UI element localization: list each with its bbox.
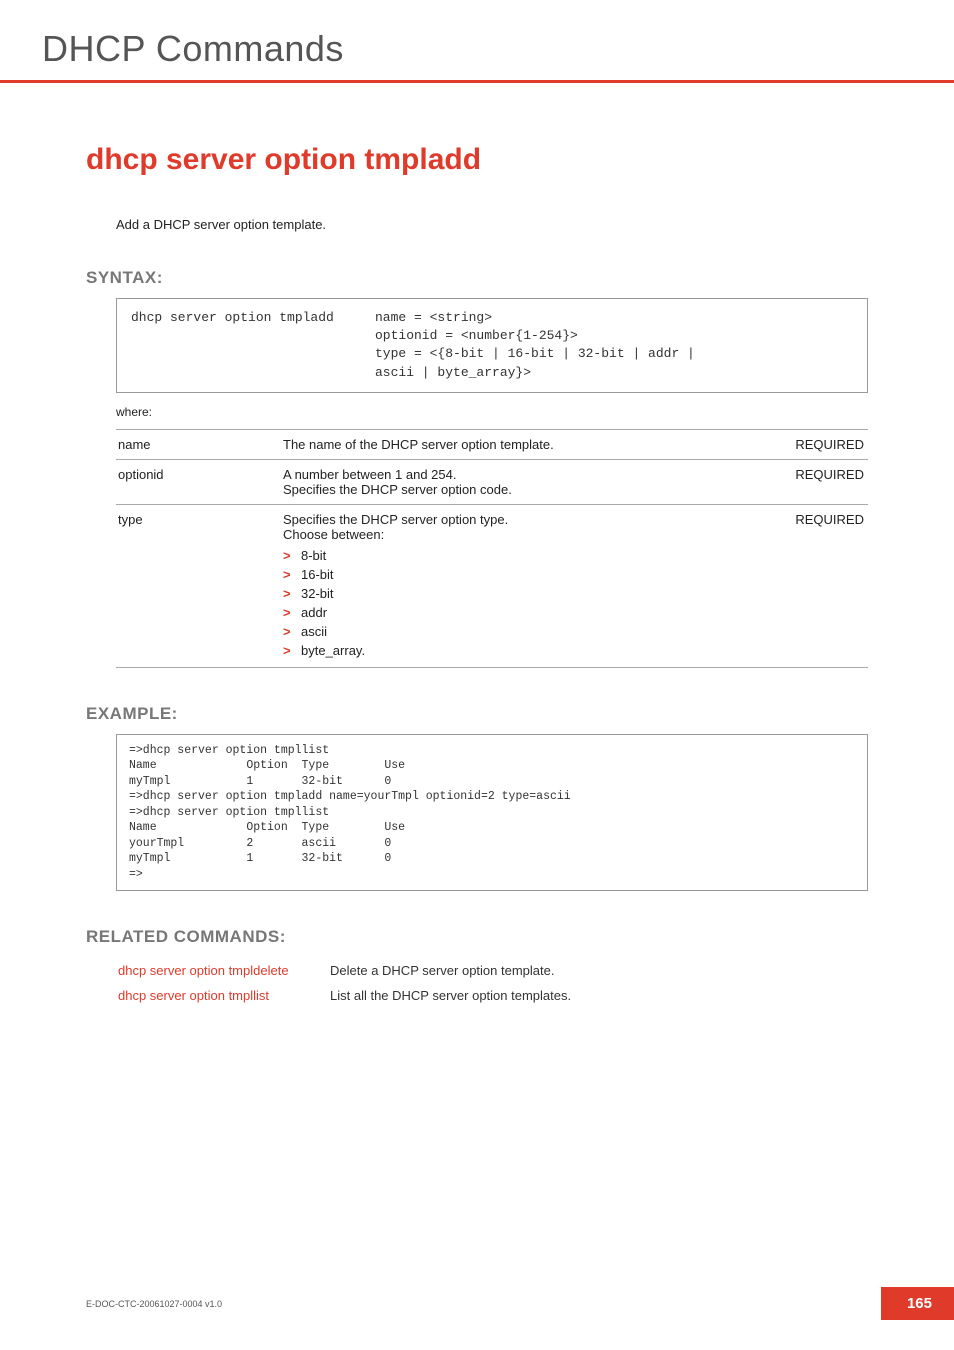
param-row: optionid A number between 1 and 254. Spe… [116, 459, 868, 504]
example-box: =>dhcp server option tmpllist Name Optio… [116, 734, 868, 892]
related-row: dhcp server option tmpllist List all the… [118, 984, 571, 1007]
where-label: where: [116, 405, 868, 419]
page-number: 165 [881, 1287, 954, 1320]
chevron-icon: > [283, 586, 301, 601]
chevron-icon: > [283, 624, 301, 639]
param-desc: A number between 1 and 254. Specifies th… [281, 459, 773, 504]
param-name: name [116, 429, 281, 459]
syntax-heading: SYNTAX: [86, 268, 868, 288]
param-table: name The name of the DHCP server option … [116, 429, 868, 668]
option-label: 8-bit [301, 548, 326, 563]
syntax-box: dhcp server option tmpladd name = <strin… [116, 298, 868, 393]
param-option: >addr [283, 603, 767, 622]
param-row: type Specifies the DHCP server option ty… [116, 504, 868, 667]
command-title: dhcp server option tmpladd [86, 143, 868, 177]
syntax-cmd: dhcp server option tmpladd [131, 309, 375, 382]
option-label: 32-bit [301, 586, 334, 601]
example-heading: EXAMPLE: [86, 704, 868, 724]
param-option: >ascii [283, 622, 767, 641]
param-required: REQUIRED [773, 459, 868, 504]
param-desc: The name of the DHCP server option templ… [281, 429, 773, 459]
related-desc: List all the DHCP server option template… [330, 984, 571, 1007]
option-label: byte_array. [301, 643, 365, 658]
option-label: ascii [301, 624, 327, 639]
chevron-icon: > [283, 567, 301, 582]
related-cmd: dhcp server option tmpldelete [118, 959, 328, 982]
param-required: REQUIRED [773, 429, 868, 459]
chapter-title: DHCP Commands [42, 28, 954, 70]
option-label: 16-bit [301, 567, 334, 582]
related-section: RELATED COMMANDS: dhcp server option tmp… [86, 927, 868, 1009]
syntax-args: name = <string> optionid = <number{1-254… [375, 309, 695, 382]
chevron-icon: > [283, 605, 301, 620]
page-header: DHCP Commands [0, 0, 954, 83]
related-table: dhcp server option tmpldelete Delete a D… [116, 957, 573, 1009]
syntax-section: SYNTAX: dhcp server option tmpladd name … [86, 268, 868, 668]
param-desc: Specifies the DHCP server option type. C… [281, 504, 773, 667]
param-required: REQUIRED [773, 504, 868, 667]
param-desc-text: Specifies the DHCP server option type. C… [283, 512, 508, 542]
page-footer: E-DOC-CTC-20061027-0004 v1.0 165 [86, 1287, 954, 1320]
related-desc: Delete a DHCP server option template. [330, 959, 571, 982]
param-name: optionid [116, 459, 281, 504]
example-section: EXAMPLE: =>dhcp server option tmpllist N… [86, 704, 868, 892]
option-label: addr [301, 605, 327, 620]
param-option-list: >8-bit >16-bit >32-bit >addr >ascii >byt… [283, 546, 767, 660]
chevron-icon: > [283, 643, 301, 658]
chevron-icon: > [283, 548, 301, 563]
param-row: name The name of the DHCP server option … [116, 429, 868, 459]
doc-id: E-DOC-CTC-20061027-0004 v1.0 [86, 1299, 222, 1309]
param-name: type [116, 504, 281, 667]
param-option: >byte_array. [283, 641, 767, 660]
related-heading: RELATED COMMANDS: [86, 927, 868, 947]
related-cmd: dhcp server option tmpllist [118, 984, 328, 1007]
param-option: >8-bit [283, 546, 767, 565]
param-option: >32-bit [283, 584, 767, 603]
related-row: dhcp server option tmpldelete Delete a D… [118, 959, 571, 982]
command-intro: Add a DHCP server option template. [116, 217, 868, 232]
param-option: >16-bit [283, 565, 767, 584]
content-area: dhcp server option tmpladd Add a DHCP se… [0, 83, 954, 1009]
